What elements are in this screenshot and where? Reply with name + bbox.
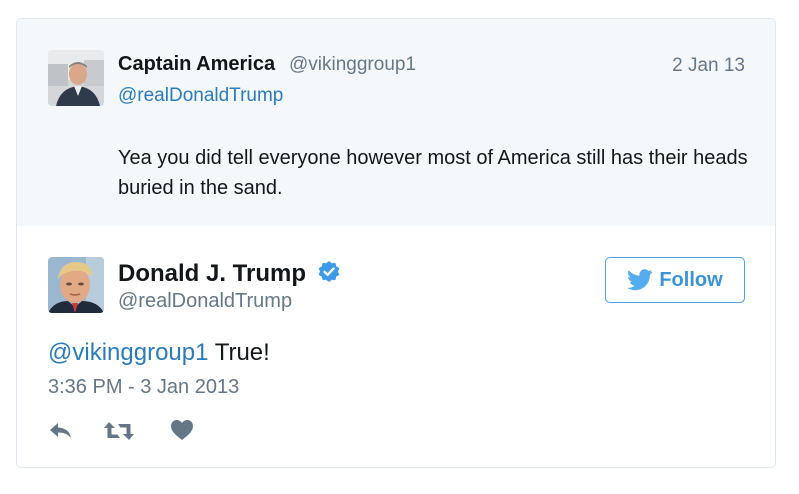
follow-button[interactable]: Follow	[605, 257, 745, 303]
captain-america-avatar[interactable]	[48, 50, 104, 106]
parent-tweet-text: Yea you did tell everyone however most o…	[118, 147, 748, 199]
reply-icon[interactable]	[48, 419, 74, 443]
main-author-name[interactable]: Donald J. Trump	[118, 260, 306, 288]
parent-tweet-date[interactable]: 2 Jan 13	[672, 55, 745, 77]
retweet-icon[interactable]	[104, 419, 134, 443]
donald-trump-avatar[interactable]	[48, 257, 104, 313]
parent-tweet[interactable]: Captain America @vikinggroup1 2 Jan 13 @…	[17, 19, 775, 226]
parent-author-name[interactable]: Captain America	[118, 53, 275, 76]
twitter-bird-icon	[627, 269, 653, 291]
tweet-mention-link[interactable]: @vikinggroup1	[48, 339, 208, 366]
tweet-body: True!	[208, 339, 270, 366]
tweet-timestamp[interactable]: 3:36 PM - 3 Jan 2013	[48, 376, 239, 399]
parent-author-handle[interactable]: @vikinggroup1	[289, 54, 416, 76]
replying-to-mention[interactable]: @realDonaldTrump	[118, 85, 283, 107]
main-author-handle[interactable]: @realDonaldTrump	[118, 290, 292, 313]
follow-label: Follow	[659, 268, 723, 291]
verified-badge-icon	[317, 260, 341, 284]
main-tweet-text: @vikinggroup1 True!	[48, 339, 270, 367]
like-icon[interactable]	[170, 419, 194, 443]
embedded-tweet-card: Captain America @vikinggroup1 2 Jan 13 @…	[16, 18, 776, 468]
